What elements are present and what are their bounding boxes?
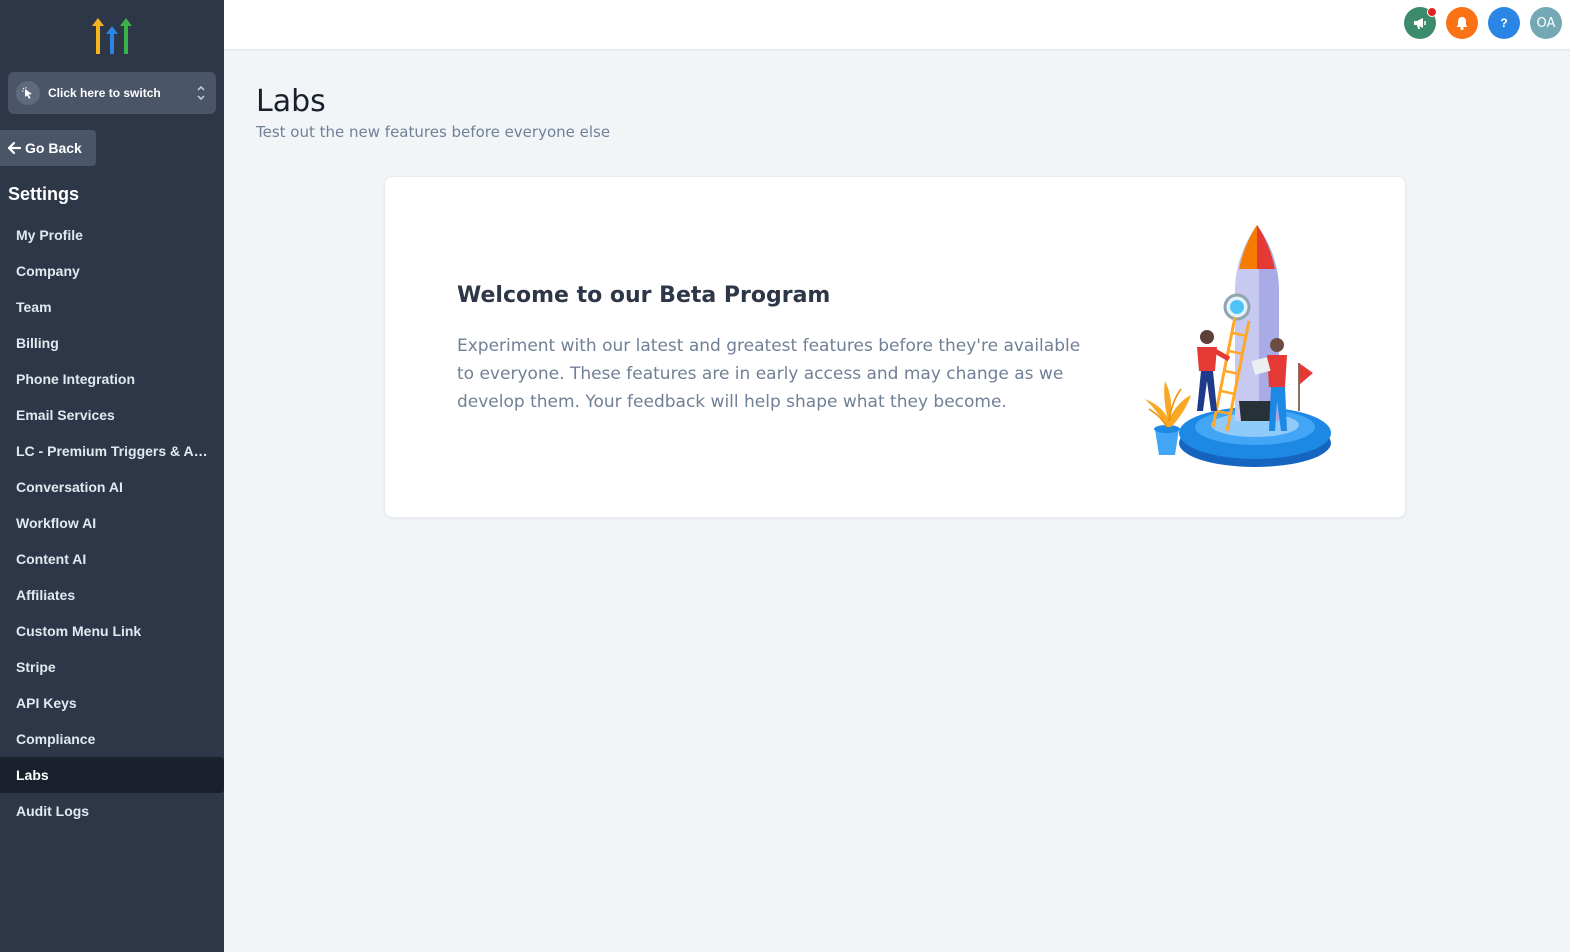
user-avatar[interactable]: OA (1530, 7, 1562, 39)
arrow-left-icon (8, 142, 21, 154)
sidebar-item-team[interactable]: Team (0, 289, 224, 325)
sidebar-item-company[interactable]: Company (0, 253, 224, 289)
notifications-button[interactable] (1446, 7, 1478, 39)
sidebar: Click here to switch Go Back Settings My… (0, 0, 224, 952)
go-back-label: Go Back (25, 140, 82, 156)
page-subtitle: Test out the new features before everyon… (256, 123, 611, 141)
settings-heading: Settings (8, 184, 80, 204)
sidebar-item-labs[interactable]: Labs (0, 757, 224, 793)
switcher-label: Click here to switch (48, 86, 161, 100)
avatar-initials: OA (1536, 15, 1556, 31)
updown-chevron-icon (196, 84, 206, 107)
sidebar-item-affiliates[interactable]: Affiliates (0, 577, 224, 613)
sidebar-item-content-ai[interactable]: Content AI (0, 541, 224, 577)
app-logo[interactable] (90, 16, 134, 56)
go-back-button[interactable]: Go Back (0, 130, 96, 166)
megaphone-icon (1414, 18, 1426, 29)
top-header: ? OA (224, 0, 1570, 50)
sidebar-item-billing[interactable]: Billing (0, 325, 224, 361)
sidebar-item-email-services[interactable]: Email Services (0, 397, 224, 433)
rocket-illustration (1135, 221, 1345, 471)
page-title: Labs (256, 84, 326, 119)
beta-program-card: Welcome to our Beta Program Experiment w… (384, 176, 1406, 518)
sidebar-item-api-keys[interactable]: API Keys (0, 685, 224, 721)
sidebar-item-compliance[interactable]: Compliance (0, 721, 224, 757)
help-button[interactable]: ? (1488, 7, 1520, 39)
sidebar-item-my-profile[interactable]: My Profile (0, 217, 224, 253)
sidebar-item-workflow-ai[interactable]: Workflow AI (0, 505, 224, 541)
notification-dot (1427, 7, 1437, 17)
help-icon: ? (1500, 16, 1508, 30)
sidebar-item-conversation-ai[interactable]: Conversation AI (0, 469, 224, 505)
announcements-button[interactable] (1404, 7, 1437, 39)
bell-icon (1456, 17, 1468, 31)
card-description: Experiment with our latest and greatest … (457, 336, 1081, 412)
sidebar-item-custom-menu-link[interactable]: Custom Menu Link (0, 613, 224, 649)
pointer-icon (16, 81, 40, 105)
sidebar-item-audit-logs[interactable]: Audit Logs (0, 793, 224, 829)
sidebar-item-stripe[interactable]: Stripe (0, 649, 224, 685)
settings-nav: My Profile Company Team Billing Phone In… (0, 217, 224, 829)
sidebar-item-premium-triggers[interactable]: LC - Premium Triggers & Acti... (0, 433, 224, 469)
account-switcher[interactable]: Click here to switch (8, 72, 216, 114)
card-title: Welcome to our Beta Program (457, 283, 831, 308)
sidebar-item-phone-integration[interactable]: Phone Integration (0, 361, 224, 397)
